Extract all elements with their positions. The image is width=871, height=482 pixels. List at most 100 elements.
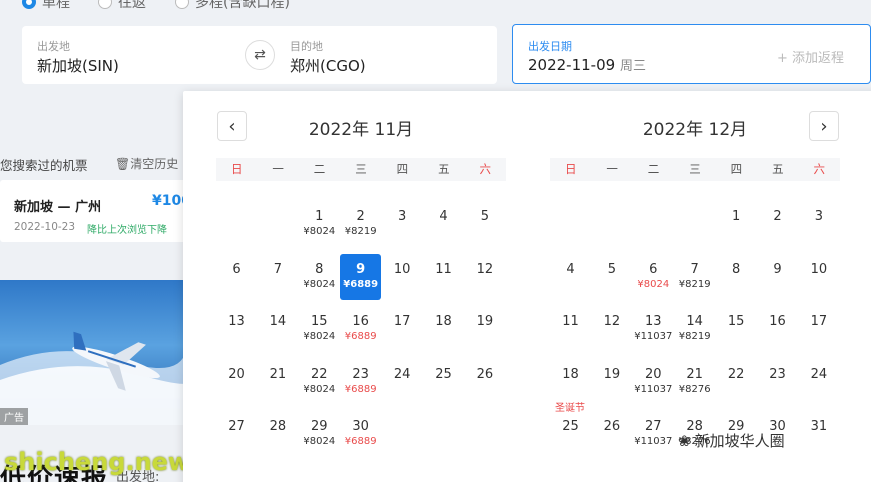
calendar-day[interactable]: 17	[382, 306, 423, 352]
history-route-card[interactable]: 新加坡 — 广州 ¥100 2022-10-23 降比上次浏览下降	[0, 180, 191, 242]
calendar-day[interactable]: 12	[464, 254, 505, 300]
calendar-day[interactable]: 8	[716, 254, 757, 300]
calendar-day[interactable]: 23 ¥6889	[340, 359, 381, 405]
calendar-day[interactable]: 9	[757, 254, 798, 300]
calendar-day[interactable]: 6 ¥8024	[633, 254, 674, 300]
calendar-day[interactable]: 21 ¥8276	[674, 359, 715, 405]
calendar-day[interactable]: 5	[591, 254, 632, 300]
calendar-day[interactable]: 1	[716, 201, 757, 247]
calendar-day[interactable]: 13	[216, 306, 257, 352]
calendar-day[interactable]: 2 ¥8219	[340, 201, 381, 247]
calendar-day[interactable]: 23	[757, 359, 798, 405]
calendar-day[interactable]: 27	[216, 411, 257, 457]
calendar-day[interactable]: 4	[423, 201, 464, 247]
radio-round-trip[interactable]: 往返	[98, 0, 146, 12]
swap-route-button[interactable]: ⇄	[245, 40, 275, 70]
calendar-day[interactable]: 19	[591, 359, 632, 405]
calendar-day[interactable]: 29 ¥8024	[299, 411, 340, 457]
day-number: 22	[311, 366, 328, 382]
day-number: 8	[315, 261, 324, 277]
day-price: ¥8024	[637, 278, 670, 290]
day-number: 25	[435, 366, 452, 382]
route-separator: —	[57, 200, 71, 215]
calendar-day[interactable]: 11	[550, 306, 591, 352]
ad-banner[interactable]: 广告	[0, 280, 186, 425]
calendar-day[interactable]: 9 ¥6889	[340, 253, 382, 300]
day-price: ¥6889	[343, 278, 379, 290]
calendar-day[interactable]: 16	[757, 306, 798, 352]
calendar-day[interactable]: 20 ¥11037	[633, 359, 674, 405]
calendar-day[interactable]: 14	[257, 306, 298, 352]
calendar-day[interactable]: 5	[464, 201, 505, 247]
day-number: 18	[562, 366, 579, 382]
calendar-day[interactable]: 7 ¥8219	[674, 254, 715, 300]
calendar-day[interactable]: 26	[591, 411, 632, 457]
calendar-day[interactable]: 2	[757, 201, 798, 247]
clear-history-label: 清空历史	[130, 157, 179, 171]
calendar-day[interactable]: 15	[716, 306, 757, 352]
calendar-day[interactable]: 26	[464, 359, 505, 405]
calendar-day[interactable]: 12	[591, 306, 632, 352]
calendar-day[interactable]: 10	[382, 254, 423, 300]
calendar-day[interactable]: 28	[257, 411, 298, 457]
day-price: ¥11037	[634, 331, 673, 342]
calendar-day[interactable]: 19	[464, 306, 505, 352]
calendar-day[interactable]: 21	[257, 359, 298, 405]
airplane-illustration	[0, 331, 186, 425]
day-number: 18	[435, 314, 452, 329]
calendar-day[interactable]: 24	[382, 359, 423, 405]
calendar-day[interactable]: 11	[423, 254, 464, 300]
calendar-day[interactable]: 14 ¥8219	[674, 306, 715, 352]
date-value: 2022-11-09	[528, 56, 616, 74]
day-price: ¥8276	[678, 383, 711, 395]
calendar-day[interactable]: 17	[798, 306, 839, 352]
calendar-day[interactable]: 20	[216, 359, 257, 405]
calendar-day[interactable]: 1 ¥8024	[299, 201, 340, 247]
calendar-day[interactable]: 16 ¥6889	[340, 306, 381, 352]
calendar-day[interactable]: 6	[216, 254, 257, 300]
calendar-day[interactable]: 10	[798, 254, 839, 300]
day-number: 14	[686, 314, 703, 329]
calendar-day[interactable]: 25	[423, 359, 464, 405]
day-number: 19	[603, 366, 621, 382]
radio-multi-city[interactable]: 多程(含缺口程)	[175, 0, 290, 12]
calendar-day[interactable]: 18	[550, 359, 591, 405]
departure-date-box[interactable]: 出发日期 2022-11-09 周三 + 添加返程	[512, 24, 871, 84]
calendar-day[interactable]: 24	[798, 359, 839, 405]
day-number: 4	[566, 261, 575, 277]
day-number: 8	[731, 261, 741, 277]
weekday-label: 三	[355, 162, 367, 176]
calendar-day[interactable]: 15 ¥8024	[299, 306, 340, 352]
calendar-day[interactable]: 18	[423, 306, 464, 352]
day-price: ¥6889	[344, 331, 377, 342]
radio-dot-icon	[175, 0, 189, 9]
day-number: 26	[603, 419, 621, 434]
calendar-day[interactable]: 22	[716, 359, 757, 405]
site-watermark: shicheng.news	[4, 448, 205, 476]
day-number: 13	[645, 314, 662, 329]
day-number: 10	[393, 261, 411, 277]
calendar-day[interactable]: 3	[382, 201, 423, 247]
day-number: 21	[686, 366, 703, 382]
clear-history-button[interactable]: 🗑清空历史	[115, 155, 178, 172]
calendar-day[interactable]: 7	[257, 254, 298, 300]
calendar-day[interactable]: 22 ¥8024	[299, 359, 340, 405]
calendar-day[interactable]: 圣诞节 25	[550, 403, 591, 457]
destination-field[interactable]: 郑州(CGO)	[290, 55, 366, 76]
calendar-day[interactable]: 30 ¥6889	[340, 411, 381, 457]
calendar-day[interactable]: 13 ¥11037	[633, 306, 674, 352]
day-price: ¥8219	[678, 331, 711, 342]
calendar-day[interactable]: 3	[798, 201, 839, 247]
origin-field[interactable]: 新加坡(SIN)	[37, 55, 119, 76]
day-number: 27	[645, 419, 662, 434]
calendar-day[interactable]: 4	[550, 254, 591, 300]
add-return-button[interactable]: + 添加返程	[777, 47, 844, 66]
date-picker-popup: ‹ › 2022年 11月 日 一 二 三 四 五 六 1 ¥8024 2 ¥8219…	[183, 91, 871, 482]
departure-date-field[interactable]: 2022-11-09 周三	[528, 55, 646, 74]
date-label: 出发日期	[528, 40, 572, 53]
calendar-day[interactable]: 27 ¥11037	[633, 411, 674, 457]
calendar-day[interactable]: 8 ¥8024	[299, 254, 340, 300]
day-number: 28	[269, 419, 287, 434]
radio-one-way[interactable]: 单程	[22, 0, 70, 12]
calendar-day[interactable]: 31	[798, 411, 839, 457]
